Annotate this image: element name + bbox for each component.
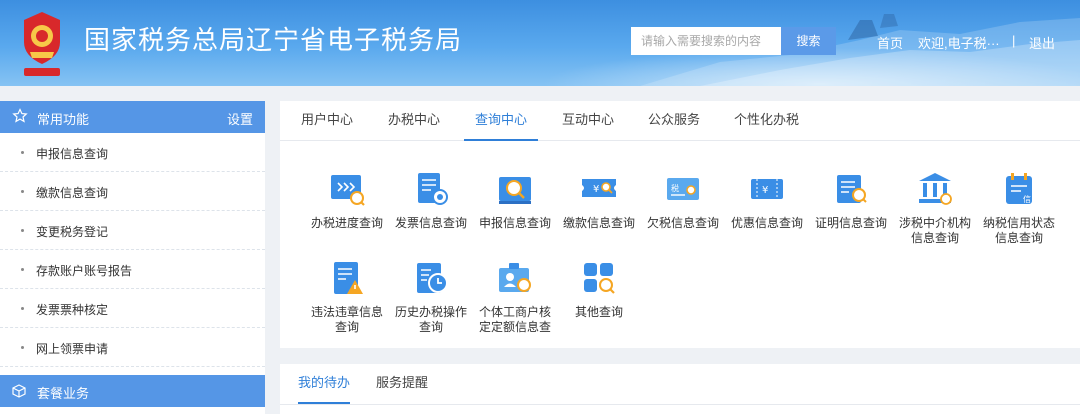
package-icon — [12, 384, 26, 398]
query-item-label: 申报信息查询 — [478, 216, 551, 230]
tab-query-center[interactable]: 查询中心 — [464, 101, 539, 141]
svg-text:¥: ¥ — [593, 184, 599, 195]
bullet-icon — [21, 151, 24, 154]
query-item-individual-business[interactable]: 个体工商户核 定定额信息查 — [473, 258, 557, 335]
declaration-query-icon — [499, 177, 531, 204]
search-input[interactable] — [631, 27, 781, 55]
sidebar-item-declaration-query[interactable]: 申报信息查询 — [0, 133, 265, 172]
certificate-query-icon — [837, 175, 867, 203]
sidebar-header-package[interactable]: 套餐业务 — [0, 375, 265, 407]
bullet-icon — [21, 229, 24, 232]
query-item-label: 办税进度查询 — [310, 216, 383, 230]
sidebar-item-payment-query[interactable]: 缴款信息查询 — [0, 172, 265, 211]
sidebar: 常用功能 设置 申报信息查询 缴款信息查询 变更税务登记 存款账户账号报告 发票… — [0, 101, 265, 414]
tab-public-service[interactable]: 公众服务 — [648, 101, 700, 141]
invoice-query-icon — [418, 173, 448, 205]
site-title: 国家税务总局辽宁省电子税务局 — [84, 25, 463, 55]
tab-service-reminders[interactable]: 服务提醒 — [376, 364, 428, 404]
query-item-label: 历史办税操作 — [394, 305, 467, 319]
bullet-icon — [21, 190, 24, 193]
query-item-tax-agency[interactable]: 涉税中介机构 信息查询 — [893, 169, 977, 246]
payment-query-icon: ¥ — [582, 179, 616, 197]
tab-interaction-center[interactable]: 互动中心 — [562, 101, 614, 141]
sidebar-item-invoice-type-approval[interactable]: 发票票种核定 — [0, 289, 265, 328]
sidebar-item-label: 变更税务登记 — [36, 225, 109, 239]
home-link[interactable]: 首页 — [877, 33, 903, 52]
sidebar-section-title: 常用功能 — [37, 112, 90, 127]
query-item-label: 欠税信息查询 — [646, 216, 719, 230]
query-item-declaration[interactable]: 申报信息查询 — [473, 169, 557, 231]
query-item-label: 其他查询 — [574, 305, 623, 319]
sidebar-item-label: 网上领票申请 — [36, 342, 109, 356]
query-item-label: 个体工商户核 — [478, 305, 551, 319]
tab-user-center[interactable]: 用户中心 — [301, 101, 353, 141]
sidebar-item-online-invoice-application[interactable]: 网上领票申请 — [0, 328, 265, 367]
query-item-label: 定定额信息查 — [478, 320, 551, 334]
todo-panel: 我的待办 服务提醒 — [280, 364, 1080, 414]
violation-query-icon — [334, 262, 363, 294]
tax-bureau-logo-icon — [24, 12, 60, 76]
query-item-label: 信息查询 — [910, 231, 959, 245]
query-item-tax-progress[interactable]: 办税进度查询 — [305, 169, 389, 231]
query-item-label: 证明信息查询 — [814, 216, 887, 230]
query-item-preferential[interactable]: ¥ 优惠信息查询 — [725, 169, 809, 231]
tab-my-todos[interactable]: 我的待办 — [298, 364, 351, 404]
query-item-history[interactable]: 历史办税操作 查询 — [389, 258, 473, 335]
svg-text:信: 信 — [1023, 194, 1031, 204]
query-item-label: 发票信息查询 — [394, 216, 467, 230]
query-item-label: 查询 — [334, 320, 359, 334]
query-item-label: 查询 — [418, 320, 443, 334]
history-query-icon — [417, 263, 448, 293]
preferential-query-icon: ¥ — [751, 179, 783, 199]
query-item-label: 涉税中介机构 — [898, 216, 971, 230]
page-header: 国家税务总局辽宁省电子税务局 搜索 首页 欢迎,电子税··· | 退出 — [0, 0, 1080, 86]
sidebar-item-bank-account-report[interactable]: 存款账户账号报告 — [0, 250, 265, 289]
star-icon — [12, 108, 28, 123]
individual-business-query-icon — [499, 263, 531, 292]
query-item-label: 信息查询 — [994, 231, 1043, 245]
progress-query-icon — [331, 175, 365, 206]
query-item-label: 缴款信息查询 — [562, 216, 635, 230]
query-item-label: 纳税信用状态 — [982, 216, 1055, 230]
svg-text:¥: ¥ — [762, 185, 768, 196]
sidebar-settings-link[interactable]: 设置 — [227, 109, 253, 128]
query-item-certificate[interactable]: 证明信息查询 — [809, 169, 893, 231]
bullet-icon — [21, 307, 24, 310]
query-item-credit-status[interactable]: 信 纳税信用状态 信息查询 — [977, 169, 1061, 246]
sidebar-item-label: 发票票种核定 — [36, 303, 109, 317]
query-item-payment[interactable]: ¥ 缴款信息查询 — [557, 169, 641, 231]
query-item-invoice[interactable]: 发票信息查询 — [389, 169, 473, 231]
svg-text:税: 税 — [671, 183, 679, 193]
sidebar-header-common: 常用功能 设置 — [0, 101, 265, 133]
credit-query-icon: 信 — [1006, 173, 1032, 204]
sidebar-item-label: 申报信息查询 — [36, 147, 109, 161]
query-item-arrears[interactable]: 税 欠税信息查询 — [641, 169, 725, 231]
other-query-icon — [584, 263, 615, 294]
arrears-query-icon: 税 — [667, 178, 699, 200]
tab-personalized-tax[interactable]: 个性化办税 — [734, 101, 799, 141]
tab-tax-center[interactable]: 办税中心 — [388, 101, 440, 141]
tab-divider — [280, 404, 1080, 405]
logout-link[interactable]: 退出 — [1029, 33, 1055, 52]
query-item-label: 优惠信息查询 — [730, 216, 803, 230]
sidebar-item-label: 缴款信息查询 — [36, 186, 109, 200]
header-separator: | — [1012, 33, 1016, 48]
query-item-other[interactable]: 其他查询 — [557, 258, 641, 320]
search-button[interactable]: 搜索 — [781, 27, 836, 55]
query-item-label: 违法违章信息 — [310, 305, 383, 319]
bullet-icon — [21, 346, 24, 349]
sidebar-item-label: 存款账户账号报告 — [36, 264, 133, 278]
welcome-user-text: 欢迎,电子税··· — [918, 36, 1000, 51]
bullet-icon — [21, 268, 24, 271]
sidebar-item-change-registration[interactable]: 变更税务登记 — [0, 211, 265, 250]
sidebar-section2-title: 套餐业务 — [37, 386, 90, 401]
agency-query-icon — [919, 173, 952, 205]
tab-bar: 用户中心 办税中心 查询中心 互动中心 公众服务 个性化办税 — [280, 101, 1080, 141]
main-panel: 用户中心 办税中心 查询中心 互动中心 公众服务 个性化办税 办税进度查询 发票… — [280, 101, 1080, 348]
query-item-violation[interactable]: 违法违章信息 查询 — [305, 258, 389, 335]
